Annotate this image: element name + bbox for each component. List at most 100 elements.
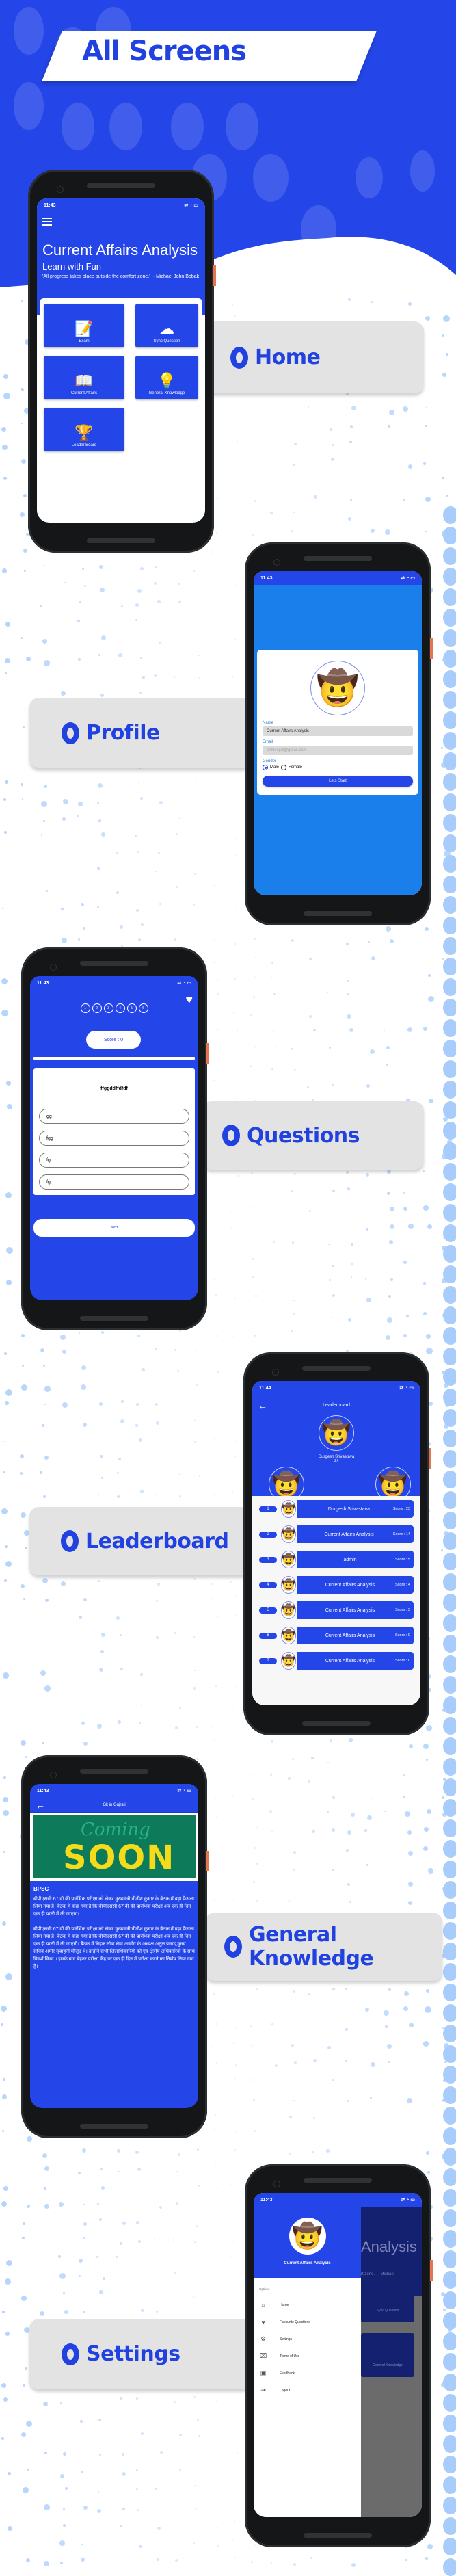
player-score: Score : 14 xyxy=(392,1532,410,1536)
status-bar: 11:43 ⇄ ◔ ▭ xyxy=(37,198,205,212)
avatar: 🤠 xyxy=(281,1652,296,1670)
tile-sync-question[interactable]: ☁ Sync Question xyxy=(135,304,198,347)
menu-icon[interactable] xyxy=(42,218,52,226)
section-label-settings: Settings xyxy=(29,2319,252,2389)
score-badge: Score : 0 xyxy=(86,1031,141,1049)
answer-option[interactable]: fg xyxy=(39,1174,189,1190)
home-title: Current Affairs Analysis xyxy=(42,241,198,259)
options-label: Options xyxy=(259,2287,270,2291)
email-field[interactable]: chhejejidi@gmail.com xyxy=(263,746,413,755)
question-number[interactable]: 2 xyxy=(92,1003,102,1013)
leaderboard-title: Leaderboard xyxy=(323,1403,350,1408)
lets-start-button[interactable]: Lets Start xyxy=(263,776,413,787)
player-score: Score : 0 xyxy=(394,1633,410,1638)
drawer-item-feedback[interactable]: ▣ Feedback xyxy=(254,2365,361,2382)
questions-screen: 11:43 ⇄ ◔ ▭ ♥ 1 2 3 4 5 6 Score : 0 ffggd… xyxy=(30,976,198,1300)
status-icons: ⇄ ◔ ▭ xyxy=(184,203,198,208)
leaderboard-row[interactable]: 3 🤠 admin Score : 5 xyxy=(259,1551,414,1568)
drawer-item-favourite-questions[interactable]: ♥ Favourite Questions xyxy=(254,2313,361,2330)
podium-first: 🤠 Durgesh Srivastava 23 xyxy=(307,1415,366,1464)
avatar: 🤠 xyxy=(319,1415,354,1451)
phone-questions: 11:43 ⇄ ◔ ▭ ♥ 1 2 3 4 5 6 Score : 0 ffggd… xyxy=(21,947,209,1330)
drawer-item-home[interactable]: ⌂ Home xyxy=(254,2296,361,2313)
home-screen: 11:43 ⇄ ◔ ▭ Current Affairs Analysis Lear… xyxy=(37,198,205,523)
test-paper-icon: 📝 xyxy=(75,320,94,337)
player-score: Score : 4 xyxy=(394,1583,410,1587)
avatar: 🤠 xyxy=(281,1627,296,1644)
leaderboard-row[interactable]: 1 🤠 Durgesh Srivastava Score : 23 xyxy=(259,1500,414,1518)
radio-male[interactable] xyxy=(263,765,268,770)
rank-badge: 7 xyxy=(259,1657,277,1664)
player-name: admin xyxy=(343,1557,357,1562)
status-bar: 11:43 ⇄ ◔ ▭ xyxy=(254,571,422,585)
player-name: Current Affairs Analysis xyxy=(325,1582,375,1588)
status-bar: 11:43 ⇄ ◔ ▭ xyxy=(254,2193,422,2207)
leaderboard-screen: 11:44 ⇄ ◔ ▭ ← Leaderboard 🤠 Durgesh Sriva… xyxy=(252,1381,420,1705)
player-name: Current Affairs Analysis xyxy=(324,1532,374,1537)
tile-exam[interactable]: 📝 Exam xyxy=(44,304,124,347)
leaderboard-row[interactable]: 7 🤠 Current Affairs Analysis Score : 0 xyxy=(259,1652,414,1670)
tile-leader-board[interactable]: 🏆 Leader Board xyxy=(44,408,124,451)
section-label-profile: Profile xyxy=(29,698,252,768)
question-number-indicator: 1 2 3 4 5 6 xyxy=(30,1003,198,1013)
question-number[interactable]: 1 xyxy=(80,1003,90,1013)
bullet-ring-icon xyxy=(230,346,248,369)
drawer-item-logout[interactable]: ⇥ Logout xyxy=(254,2382,361,2399)
document-frame-icon: ⌧ xyxy=(259,2352,267,2359)
answer-option[interactable]: gg xyxy=(39,1109,189,1124)
rank-badge: 2 xyxy=(259,1531,277,1538)
player-name: Durgesh Srivastava xyxy=(327,1506,370,1512)
camera-icon xyxy=(57,186,64,193)
leaderboard-row[interactable]: 5 🤠 Current Affairs Analysis Score : 3 xyxy=(259,1601,414,1619)
dimmed-home-background[interactable]: Analysis rt zone.' -- Michael Sync Quest… xyxy=(361,2207,422,2517)
question-number[interactable]: 6 xyxy=(138,1003,148,1013)
camera-icon xyxy=(272,1369,279,1376)
drawer-item-terms-of-use[interactable]: ⌧ Terms of Use xyxy=(254,2348,361,2365)
player-score: Score : 23 xyxy=(392,1507,410,1511)
camera-icon xyxy=(273,559,280,566)
camera-icon xyxy=(50,964,57,971)
back-arrow-icon[interactable]: ← xyxy=(36,1800,45,1811)
leaderboard-row[interactable]: 4 🤠 Current Affairs Analysis Score : 4 xyxy=(259,1576,414,1594)
avatar: 🤠 xyxy=(289,2218,326,2255)
section-label-leaderboard: Leaderboard xyxy=(29,1507,252,1575)
tile-general-knowledge[interactable]: 💡 General Knowledge xyxy=(135,356,198,399)
player-score: Score : 3 xyxy=(394,1608,410,1612)
avatar: 🤠 xyxy=(281,1551,296,1568)
cloud-sync-icon: ☁ xyxy=(159,320,174,337)
radio-female[interactable] xyxy=(281,765,287,770)
player-score: Score : 5 xyxy=(394,1558,410,1562)
profile-screen: 11:43 ⇄ ◔ ▭ 🤠 Name Current Affairs Analys… xyxy=(254,571,422,895)
article-paragraph: बीपीएससी 67 वी की प्रारंभिक परीक्षा को ल… xyxy=(33,1897,194,1917)
section-label-questions: Questions xyxy=(202,1101,424,1170)
bullet-ring-icon xyxy=(222,1125,240,1146)
player-name: Current Affairs Analysis xyxy=(325,1633,375,1638)
logout-icon: ⇥ xyxy=(260,2387,266,2393)
next-button[interactable]: Next xyxy=(33,1219,195,1237)
gear-icon: ⚙ xyxy=(260,2335,267,2342)
home-quote: 'All progress takes place outside the co… xyxy=(42,274,200,279)
rank-badge: 6 xyxy=(259,1632,277,1639)
leaderboard-row[interactable]: 2 🤠 Current Affairs Analysis Score : 14 xyxy=(259,1525,414,1543)
rank-badge: 3 xyxy=(259,1556,277,1563)
avatar: 🤠 xyxy=(281,1576,296,1594)
email-label: Email xyxy=(263,740,273,744)
avatar[interactable]: 🤠 xyxy=(310,661,365,715)
question-number[interactable]: 5 xyxy=(126,1003,137,1013)
home-subtitle: Learn with Fun xyxy=(42,261,101,272)
bullet-ring-icon xyxy=(62,2343,79,2365)
tile-current-affairs[interactable]: 📖 Current Affairs xyxy=(44,356,124,399)
question-number[interactable]: 3 xyxy=(103,1003,113,1013)
open-book-icon: 📖 xyxy=(75,372,94,389)
coming-soon-banner: Coming SOON xyxy=(33,1815,196,1878)
feedback-icon: ▣ xyxy=(260,2369,267,2376)
question-number[interactable]: 4 xyxy=(115,1003,125,1013)
leaderboard-row[interactable]: 6 🤠 Current Affairs Analysis Score : 0 xyxy=(259,1627,414,1644)
answer-option[interactable]: fg xyxy=(39,1153,189,1168)
answer-option[interactable]: fgg xyxy=(39,1131,189,1146)
status-bar: 11:43 ⇄ ◔ ▭ xyxy=(30,976,198,990)
name-label: Name xyxy=(263,721,274,725)
drawer-user-name: Current Affairs Analysis xyxy=(284,2261,331,2265)
drawer-item-settings[interactable]: ⚙ Settings xyxy=(254,2330,361,2348)
name-field[interactable]: Current Affairs Analysis xyxy=(263,726,413,736)
